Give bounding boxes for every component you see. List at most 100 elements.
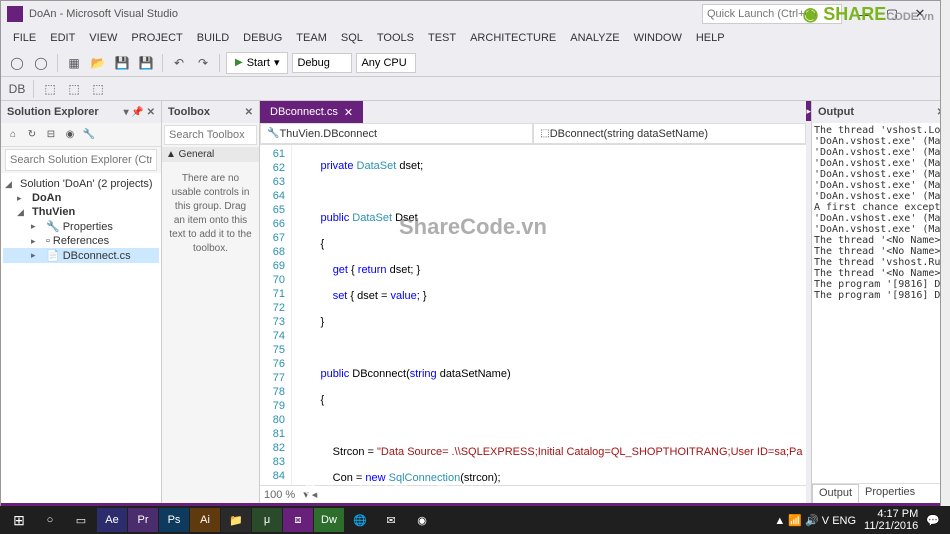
source-text[interactable]: private DataSet dset; public DataSet Dse…: [292, 145, 806, 485]
toolbox-panel: Toolbox ✕ ▲ General There are no usable …: [162, 101, 260, 503]
menu-team[interactable]: TEAM: [290, 30, 333, 46]
db-icon[interactable]: DB: [7, 79, 27, 99]
windows-taskbar: ⊞ ○ ▭ Ae Pr Ps Ai 📁 μ ⧈ Dw 🌐 ✉ ◉ ▲ 📶 🔊 V…: [0, 506, 950, 534]
menu-tools[interactable]: TOOLS: [371, 30, 420, 46]
new-project-icon[interactable]: ▦: [64, 53, 84, 73]
tray-icons[interactable]: ▲ 📶 🔊 V ENG: [774, 514, 856, 527]
config-combo[interactable]: Debug: [292, 53, 352, 73]
tray-time: 4:17 PM: [864, 508, 918, 520]
tool-icon[interactable]: ⬚: [88, 79, 108, 99]
toolbox-empty-text: There are no usable controls in this gro…: [162, 162, 259, 266]
properties-tab[interactable]: Properties: [859, 484, 921, 503]
output-panel: Output ✕ The thread 'vshost.LoadRe 'DoAn…: [811, 101, 940, 503]
nav-fwd-icon[interactable]: ◯: [31, 53, 51, 73]
start-menu-button[interactable]: ⊞: [4, 508, 34, 532]
taskbar-app[interactable]: Dw: [314, 508, 344, 532]
line-gutter: 6162636465666768697071727374757677787980…: [260, 145, 292, 485]
properties-icon[interactable]: 🔧: [81, 127, 97, 143]
menu-analyze[interactable]: ANALYZE: [564, 30, 625, 46]
taskbar-vs[interactable]: ⧈: [283, 508, 313, 532]
tray-date: 11/21/2016: [864, 520, 918, 532]
code-area[interactable]: 6162636465666768697071727374757677787980…: [260, 145, 806, 485]
tool-icon[interactable]: ⬚: [40, 79, 60, 99]
toolbox-search-input[interactable]: [164, 125, 257, 145]
notifications-icon[interactable]: 💬: [926, 514, 940, 527]
toolbox-close-icon[interactable]: ✕: [245, 107, 253, 118]
menu-project[interactable]: PROJECT: [125, 30, 188, 46]
taskbar-app[interactable]: 📁: [221, 508, 251, 532]
collapse-icon[interactable]: ⊟: [43, 127, 59, 143]
references-node[interactable]: ▸▫ References: [3, 234, 159, 248]
taskbar-app[interactable]: Ai: [190, 508, 220, 532]
main-toolbar: ◯ ◯ ▦ 📂 💾 💾 ↶ ↷ ▶ Start ▾ Debug Any CPU: [1, 49, 940, 77]
project-doan[interactable]: ▸DoAn: [3, 191, 159, 205]
undo-icon[interactable]: ↶: [169, 53, 189, 73]
taskbar-chrome[interactable]: ◉: [407, 508, 437, 532]
menu-debug[interactable]: DEBUG: [237, 30, 288, 46]
taskbar-app[interactable]: 🌐: [345, 508, 375, 532]
sharecode-logo: ◉ SHARECODE.vn: [803, 4, 934, 25]
output-tab[interactable]: Output: [812, 484, 859, 503]
tool-icon[interactable]: ⬚: [64, 79, 84, 99]
project-thuvien[interactable]: ◢ThuVien: [3, 205, 159, 219]
toolbox-category-general[interactable]: ▲ General: [162, 147, 259, 162]
start-label: Start: [247, 57, 270, 69]
menu-edit[interactable]: EDIT: [44, 30, 81, 46]
menu-view[interactable]: VIEW: [83, 30, 123, 46]
dbconnect-file[interactable]: ▸📄 DBconnect.cs: [3, 248, 159, 263]
taskbar-app[interactable]: μ: [252, 508, 282, 532]
nav-back-icon[interactable]: ◯: [7, 53, 27, 73]
vs-logo-icon: [7, 6, 23, 22]
secondary-toolbar: DB ⬚ ⬚ ⬚: [1, 77, 940, 101]
member-nav-combo[interactable]: ⬚ DBconnect(string dataSetName): [533, 123, 806, 144]
cortana-icon[interactable]: ○: [35, 508, 65, 532]
solution-explorer-toolbar: ⌂ ↻ ⊟ ◉ 🔧: [1, 123, 161, 147]
solution-tree: ◢Solution 'DoAn' (2 projects) ▸DoAn ◢Thu…: [1, 173, 161, 503]
taskbar-app[interactable]: Ae: [97, 508, 127, 532]
properties-node[interactable]: ▸🔧 Properties: [3, 219, 159, 234]
redo-icon[interactable]: ↷: [193, 53, 213, 73]
editor-nav-bar: 🔧 ThuVien.DBconnect ⬚ DBconnect(string d…: [260, 123, 806, 145]
solution-explorer-header: Solution Explorer ▾ 📌 ✕: [1, 101, 161, 123]
taskbar-app[interactable]: Ps: [159, 508, 189, 532]
platform-combo[interactable]: Any CPU: [356, 53, 416, 73]
menu-sql[interactable]: SQL: [335, 30, 369, 46]
taskbar-app[interactable]: Pr: [128, 508, 158, 532]
menu-bar: FILE EDIT VIEW PROJECT BUILD DEBUG TEAM …: [1, 27, 940, 49]
refresh-icon[interactable]: ↻: [24, 127, 40, 143]
solution-node[interactable]: ◢Solution 'DoAn' (2 projects): [3, 177, 159, 191]
solution-search-input[interactable]: [5, 149, 157, 171]
menu-window[interactable]: WINDOW: [628, 30, 688, 46]
title-bar: DoAn - Microsoft Visual Studio — ▢ ✕: [1, 1, 940, 27]
show-all-icon[interactable]: ◉: [62, 127, 78, 143]
solution-explorer-panel: Solution Explorer ▾ 📌 ✕ ⌂ ↻ ⊟ ◉ 🔧 ◢Solut…: [1, 101, 162, 503]
editor-tabs: DBconnect.cs ✕: [260, 101, 806, 123]
save-all-icon[interactable]: 💾: [136, 53, 156, 73]
task-view-icon[interactable]: ▭: [66, 508, 96, 532]
dropdown-icon: ▾: [274, 56, 280, 69]
menu-architecture[interactable]: ARCHITECTURE: [464, 30, 562, 46]
pin-icon[interactable]: ▾ 📌 ✕: [124, 107, 155, 118]
open-file-icon[interactable]: 📂: [88, 53, 108, 73]
window-title: DoAn - Microsoft Visual Studio: [29, 8, 702, 20]
output-tabs: Output Properties: [812, 483, 940, 503]
output-header: Output ✕: [812, 101, 940, 123]
home-icon[interactable]: ⌂: [5, 127, 21, 143]
menu-file[interactable]: FILE: [7, 30, 42, 46]
menu-build[interactable]: BUILD: [191, 30, 235, 46]
editor-footer: 100 % ▾ ◂: [260, 485, 806, 503]
menu-help[interactable]: HELP: [690, 30, 731, 46]
menu-test[interactable]: TEST: [422, 30, 462, 46]
tab-close-icon[interactable]: ✕: [344, 106, 353, 119]
system-tray[interactable]: ▲ 📶 🔊 V ENG 4:17 PM 11/21/2016 💬: [774, 508, 946, 532]
toolbox-header: Toolbox ✕: [162, 101, 259, 123]
play-icon: ▶: [235, 57, 243, 68]
code-editor: DBconnect.cs ✕ 🔧 ThuVien.DBconnect ⬚ DBc…: [260, 101, 806, 503]
taskbar-app[interactable]: ✉: [376, 508, 406, 532]
start-debug-button[interactable]: ▶ Start ▾: [226, 52, 288, 74]
type-nav-combo[interactable]: 🔧 ThuVien.DBconnect: [260, 123, 533, 144]
output-text[interactable]: The thread 'vshost.LoadRe 'DoAn.vshost.e…: [812, 123, 940, 483]
save-icon[interactable]: 💾: [112, 53, 132, 73]
output-close-icon[interactable]: ✕: [937, 107, 940, 118]
editor-tab-dbconnect[interactable]: DBconnect.cs ✕: [260, 101, 363, 123]
